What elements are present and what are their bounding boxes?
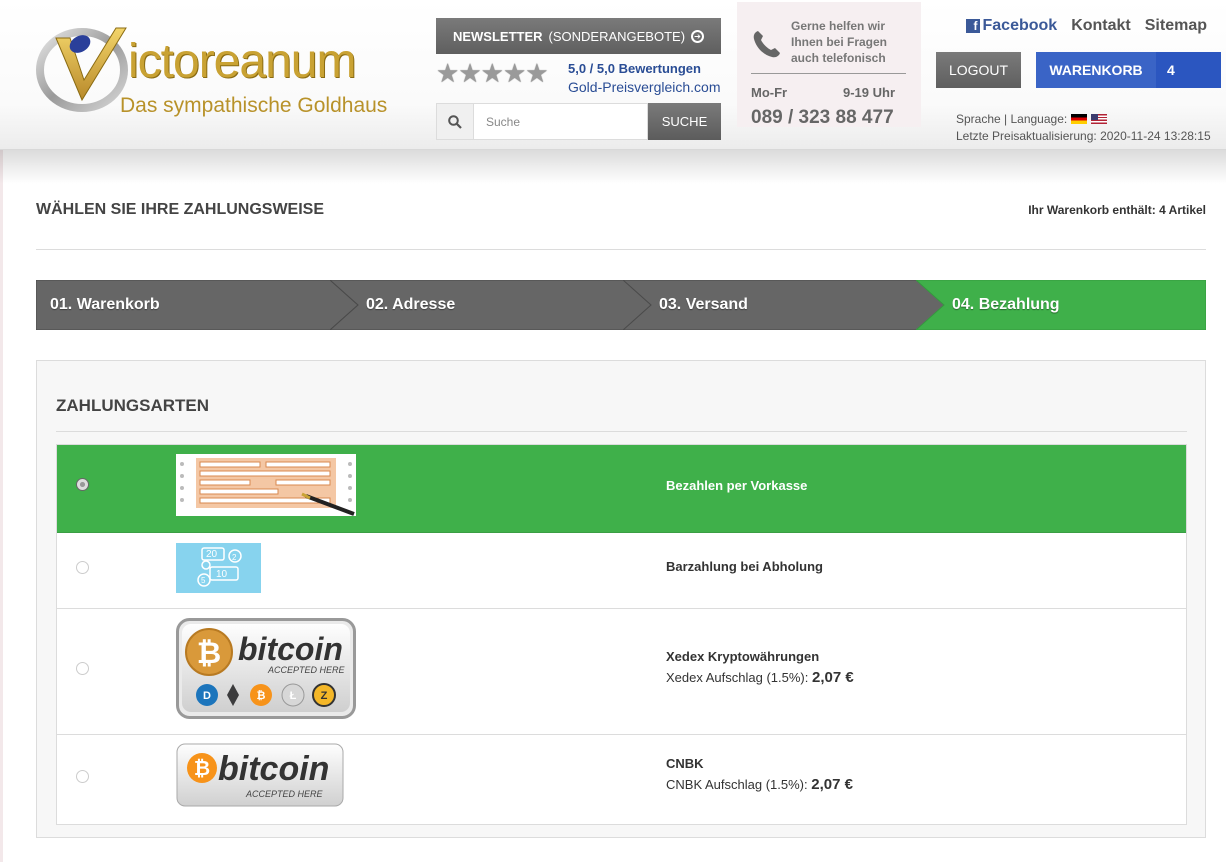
arrow-circle-icon: ➔ <box>691 29 705 43</box>
svg-text:2: 2 <box>232 553 237 562</box>
badge-word: bitcoin <box>218 750 329 788</box>
sitemap-link[interactable]: Sitemap <box>1145 17 1207 35</box>
search-bar: SUCHE <box>436 103 721 140</box>
contact-box: Gerne helfen wir Ihnen bei Fragen auch t… <box>737 2 921 129</box>
logo-tagline: Das sympathische Goldhaus <box>120 94 388 117</box>
bitcoin-crypto-badge: ₿ bitcoin ACCEPTED HERE D ₿ Ł Z <box>176 618 356 719</box>
victoreanum-logo[interactable]: ictoreanum Das sympathische Goldhaus <box>36 16 401 122</box>
newsletter-label: NEWSLETTER <box>452 28 543 44</box>
logo-wordmark: ictoreanum <box>128 35 356 88</box>
payment-option-vorkasse[interactable]: Bezahlen per Vorkasse <box>57 445 1186 533</box>
badge-sub: ACCEPTED HERE <box>267 665 346 675</box>
rating-text[interactable]: 5,0 / 5,0 Bewertungen <box>568 61 701 76</box>
newsletter-sublabel: (SONDERANGEBOTE) <box>548 28 686 44</box>
rating-stars[interactable]: ★ ★ ★ ★ ★ <box>436 60 566 86</box>
facebook-icon: f <box>965 19 980 33</box>
language-label: Sprache | Language: <box>956 112 1068 126</box>
cart-count: 4 <box>1156 52 1221 88</box>
svg-text:Z: Z <box>321 690 328 702</box>
svg-text:20: 20 <box>206 549 218 560</box>
price-update-text: Letzte Preisaktualisierung: 2020-11-24 1… <box>956 129 1211 143</box>
star-icon: ★ <box>436 58 459 88</box>
panel-divider <box>56 431 1187 432</box>
payment-option-barzahlung[interactable]: 20 2 10 5 Barzahlung bei Abholung <box>57 533 1186 609</box>
payment-name: Xedex Kryptowährungen <box>666 649 820 664</box>
radio-xedex[interactable] <box>76 662 89 675</box>
star-icon: ★ <box>458 58 481 88</box>
phone-icon <box>753 31 780 58</box>
step-label: 04. Bezahlung <box>952 296 1060 313</box>
page-title: WÄHLEN SIE IHRE ZAHLUNGSWEISE <box>36 201 325 218</box>
svg-text:₿: ₿ <box>197 637 221 670</box>
logo-v-icon <box>36 27 128 112</box>
step-label: 02. Adresse <box>366 296 456 313</box>
panel-title: ZAHLUNGSARTEN <box>56 396 209 415</box>
fee-label: Xedex Aufschlag (1.5%): <box>666 670 809 685</box>
search-button[interactable]: SUCHE <box>648 103 721 140</box>
cart-info: Ihr Warenkorb enthält: 4 Artikel <box>1028 203 1206 217</box>
help-text: Gerne helfen wir Ihnen bei Fragen auch t… <box>791 19 888 65</box>
facebook-label: Facebook <box>982 17 1058 34</box>
fee-label: CNBK Aufschlag (1.5%): <box>666 777 808 792</box>
payment-method-list: Bezahlen per Vorkasse 20 2 10 5 Barzahlu… <box>56 444 1187 825</box>
cash-icon: 20 2 10 5 <box>176 543 261 593</box>
bitcoin-badge: ₿ bitcoin ACCEPTED HERE <box>176 743 344 807</box>
payment-name: Barzahlung bei Abholung <box>666 559 823 574</box>
language-switch: Sprache | Language: <box>956 112 1108 126</box>
title-divider <box>36 249 1206 250</box>
star-icon: ★ <box>502 58 526 88</box>
step-adresse[interactable]: 02. Adresse <box>330 280 652 330</box>
payment-name: Bezahlen per Vorkasse <box>666 478 808 493</box>
badge-word: bitcoin <box>238 631 343 667</box>
opening-days: Mo-Fr <box>751 85 788 100</box>
cart-button[interactable]: WARENKORB 4 <box>1036 52 1221 88</box>
phone-number[interactable]: 089 / 323 88 477 <box>751 107 894 129</box>
contact-divider <box>751 73 906 74</box>
payment-name: CNBK <box>666 756 704 771</box>
opening-hours: 9-19 Uhr <box>843 85 896 100</box>
svg-text:10: 10 <box>216 569 228 580</box>
checkout-steps: 01. Warenkorb 02. Adresse 03. Versand 04… <box>36 280 1206 330</box>
search-input[interactable] <box>474 103 648 140</box>
svg-text:5: 5 <box>201 576 206 585</box>
star-icon: ★ <box>480 58 504 88</box>
site-header: ictoreanum Das sympathische Goldhaus NEW… <box>0 0 1226 150</box>
kontakt-link[interactable]: Kontakt <box>1071 17 1131 35</box>
top-links: f Facebook Kontakt Sitemap <box>965 17 1207 35</box>
svg-text:D: D <box>203 690 211 702</box>
preisvergleich-link[interactable]: Gold-Preisvergleich.com <box>568 79 721 95</box>
fee-value: 2,07 € <box>811 669 854 686</box>
radio-vorkasse[interactable] <box>76 478 89 491</box>
svg-text:₿: ₿ <box>194 758 210 780</box>
payment-option-xedex[interactable]: ₿ bitcoin ACCEPTED HERE D ₿ Ł Z Xedex Kr… <box>57 609 1186 735</box>
step-versand[interactable]: 03. Versand <box>623 280 945 330</box>
radio-barzahlung[interactable] <box>76 561 89 574</box>
payment-fee: CNBK Aufschlag (1.5%): 2,07 € <box>666 776 853 793</box>
svg-text:Ł: Ł <box>290 690 297 702</box>
transfer-form-icon <box>176 454 356 516</box>
payment-option-cnbk[interactable]: ₿ bitcoin ACCEPTED HERE CNBK CNBK Aufsch… <box>57 735 1186 824</box>
facebook-link[interactable]: f Facebook <box>965 17 1058 35</box>
step-bezahlung[interactable]: 04. Bezahlung <box>916 280 1206 330</box>
search-icon[interactable] <box>436 103 474 140</box>
step-label: 01. Warenkorb <box>50 296 160 313</box>
step-warenkorb[interactable]: 01. Warenkorb <box>36 280 358 330</box>
german-flag-icon[interactable] <box>1071 114 1088 124</box>
payment-fee: Xedex Aufschlag (1.5%): 2,07 € <box>666 669 854 686</box>
logout-button[interactable]: LOGOUT <box>936 52 1021 88</box>
step-label: 03. Versand <box>659 296 748 313</box>
cart-label: WARENKORB <box>1036 52 1156 88</box>
header-shadow <box>0 150 1226 184</box>
svg-text:₿: ₿ <box>257 690 266 702</box>
star-icon: ★ <box>525 58 548 88</box>
us-flag-icon[interactable] <box>1091 114 1108 124</box>
fee-value: 2,07 € <box>811 776 853 793</box>
payment-panel: ZAHLUNGSARTEN Bezahlen per Vorkasse 20 2… <box>36 360 1206 838</box>
radio-cnbk[interactable] <box>76 770 89 783</box>
badge-sub: ACCEPTED HERE <box>245 789 324 799</box>
newsletter-button[interactable]: NEWSLETTER (SONDERANGEBOTE) ➔ <box>436 18 721 54</box>
